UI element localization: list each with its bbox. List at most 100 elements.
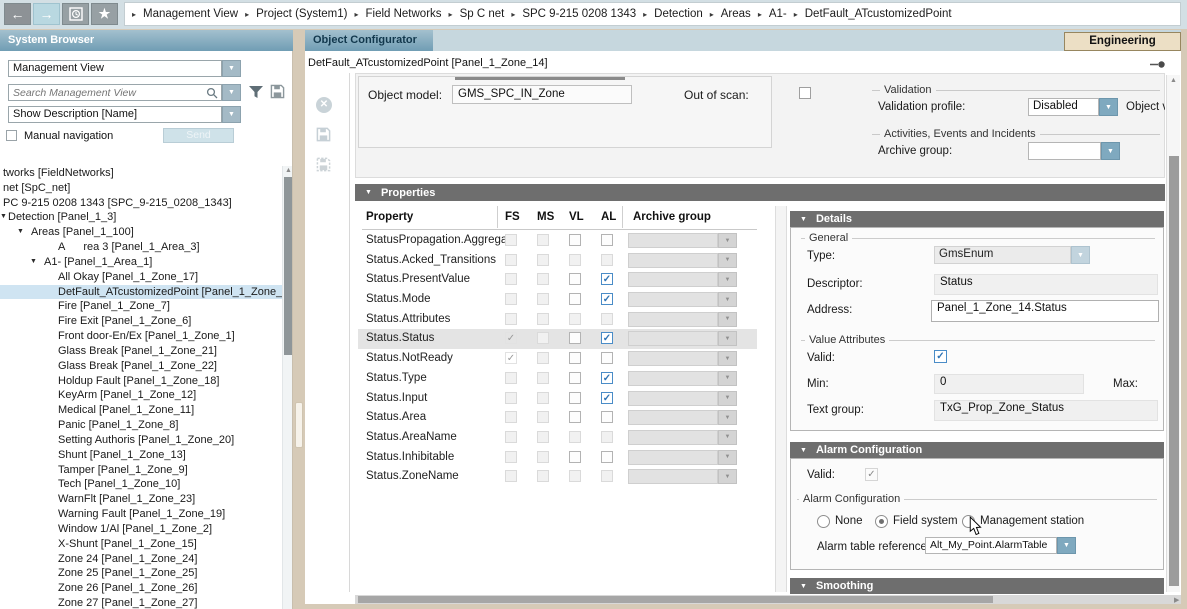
tree-item[interactable]: Setting Authoris [Panel_1_Zone_20] — [0, 433, 282, 448]
archive-group-row-dropdown[interactable]: ▼ — [628, 272, 737, 287]
tree-item[interactable]: Zone 24 [Panel_1_Zone_24] — [0, 552, 282, 567]
archive-group-row-dropdown[interactable]: ▼ — [628, 331, 737, 346]
ms-checkbox[interactable] — [537, 431, 549, 443]
breadcrumb-item[interactable]: Sp C net — [460, 8, 505, 20]
search-input[interactable] — [9, 86, 206, 100]
tree-item[interactable]: net [SpC_net] — [0, 181, 282, 196]
table-row[interactable]: Status.ZoneName▼ — [358, 467, 757, 487]
chevron-down-icon[interactable]: ▼ — [1057, 537, 1076, 554]
vl-checkbox[interactable] — [569, 273, 581, 285]
tree-item[interactable]: DetFault_ATcustomizedPoint [Panel_1_Zone… — [0, 285, 282, 300]
tree-item[interactable]: Front door-En/Ex [Panel_1_Zone_1] — [0, 329, 282, 344]
tree-item[interactable]: Holdup Fault [Panel_1_Zone_18] — [0, 374, 282, 389]
tree-item[interactable]: Zone 25 [Panel_1_Zone_25] — [0, 566, 282, 581]
collapse-triangle-icon[interactable]: ▼ — [365, 189, 372, 196]
archive-group-row-dropdown[interactable]: ▼ — [628, 391, 737, 406]
splitter-handle[interactable] — [295, 402, 303, 448]
ms-checkbox[interactable] — [537, 332, 549, 344]
valid-checkbox[interactable]: ✓ — [934, 350, 947, 363]
chevron-down-icon[interactable]: ▼ — [1099, 98, 1118, 116]
properties-section-header[interactable]: ▼ Properties — [355, 184, 1165, 201]
view-selector-dropdown[interactable]: Management View ▼ — [8, 60, 241, 77]
tree-item[interactable]: Glass Break [Panel_1_Zone_22] — [0, 359, 282, 374]
tree-item[interactable]: Fire Exit [Panel_1_Zone_6] — [0, 314, 282, 329]
al-checkbox[interactable] — [601, 431, 613, 443]
archive-group-row-dropdown[interactable]: ▼ — [628, 371, 737, 386]
al-checkbox[interactable] — [601, 273, 613, 285]
collapse-triangle-icon[interactable]: ▼ — [800, 447, 807, 454]
type-dropdown[interactable]: GmsEnum ▼ — [934, 246, 1090, 264]
manual-navigation-checkbox[interactable] — [6, 130, 17, 141]
tree-item[interactable]: ▼Areas [Panel_1_100] — [0, 225, 282, 240]
archive-group-row-dropdown[interactable]: ▼ — [628, 292, 737, 307]
validation-profile-dropdown[interactable]: Disabled ▼ — [1028, 98, 1118, 116]
tree-item[interactable]: ▼Detection [Panel_1_3] — [0, 210, 282, 225]
ms-checkbox[interactable] — [537, 411, 549, 423]
vl-checkbox[interactable] — [569, 411, 581, 423]
archive-group-row-dropdown[interactable]: ▼ — [628, 233, 737, 248]
fs-checkbox[interactable] — [505, 470, 517, 482]
fs-checkbox[interactable] — [505, 234, 517, 246]
smoothing-section-header[interactable]: ▼ Smoothing — [790, 578, 1164, 594]
alarm-valid-checkbox[interactable]: ✓ — [865, 468, 878, 481]
table-row[interactable]: Status.Mode▼ — [358, 290, 757, 310]
chevron-down-icon[interactable]: ▼ — [222, 106, 241, 123]
table-row[interactable]: Status.Area▼ — [358, 408, 757, 428]
breadcrumb-item[interactable]: Areas — [721, 8, 751, 20]
table-row[interactable]: Status.AreaName▼ — [358, 428, 757, 448]
table-row[interactable]: Status.Acked_Transitions▼ — [358, 251, 757, 271]
breadcrumb-item[interactable]: A1- — [769, 8, 787, 20]
tree-item[interactable]: Zone 27 [Panel_1_Zone_27] — [0, 596, 282, 609]
alarm-configuration-section-header[interactable]: ▼ Alarm Configuration — [790, 442, 1164, 458]
details-section-header[interactable]: ▼ Details — [790, 211, 1164, 227]
tab-object-configurator[interactable]: Object Configurator — [305, 30, 433, 51]
al-checkbox[interactable] — [601, 352, 613, 364]
archive-group-row-dropdown[interactable]: ▼ — [628, 410, 737, 425]
tree-item[interactable]: Window 1/Al [Panel_1_Zone_2] — [0, 522, 282, 537]
main-scrollbar-thumb[interactable] — [1169, 156, 1179, 586]
fs-checkbox[interactable] — [505, 332, 517, 344]
favorites-button[interactable]: ★ — [91, 3, 118, 25]
tree-item[interactable]: Fire [Panel_1_Zone_7] — [0, 299, 282, 314]
scroll-up-icon[interactable]: ▲ — [1170, 77, 1177, 84]
breadcrumb-item[interactable]: Field Networks — [365, 8, 441, 20]
ms-checkbox[interactable] — [537, 313, 549, 325]
fs-checkbox[interactable] — [505, 313, 517, 325]
panel-splitter[interactable] — [293, 51, 305, 609]
fs-checkbox[interactable] — [505, 392, 517, 404]
tree-item[interactable]: Tamper [Panel_1_Zone_9] — [0, 463, 282, 478]
send-button[interactable]: Send — [163, 128, 234, 143]
archive-group-row-dropdown[interactable]: ▼ — [628, 450, 737, 465]
vl-checkbox[interactable] — [569, 431, 581, 443]
pin-icon[interactable] — [1150, 61, 1166, 68]
table-row[interactable]: Status.Inhibitable▼ — [358, 448, 757, 468]
archive-group-row-dropdown[interactable]: ▼ — [628, 312, 737, 327]
fs-checkbox[interactable] — [505, 352, 517, 364]
search-icon[interactable] — [206, 87, 218, 99]
breadcrumb-item[interactable]: DetFault_ATcustomizedPoint — [805, 8, 952, 20]
fs-checkbox[interactable] — [505, 254, 517, 266]
archive-group-row-dropdown[interactable]: ▼ — [628, 469, 737, 484]
tree-item[interactable]: KeyArm [Panel_1_Zone_12] — [0, 388, 282, 403]
fs-checkbox[interactable] — [505, 293, 517, 305]
table-row[interactable]: StatusPropagation.Aggregat▼ — [358, 231, 757, 251]
vl-checkbox[interactable] — [569, 234, 581, 246]
fs-checkbox[interactable] — [505, 273, 517, 285]
description-selector-dropdown[interactable]: Show Description [Name] ▼ — [8, 106, 241, 123]
tree-item[interactable]: ▼A1- [Panel_1_Area_1] — [0, 255, 282, 270]
descriptor-field[interactable]: Status — [934, 274, 1158, 295]
scroll-right-icon[interactable]: ▶ — [1174, 596, 1179, 604]
object-model-field[interactable]: GMS_SPC_IN_Zone — [452, 85, 632, 104]
ms-checkbox[interactable] — [537, 273, 549, 285]
main-vertical-scrollbar[interactable]: ▲ — [1166, 75, 1180, 592]
ms-checkbox[interactable] — [537, 392, 549, 404]
out-of-scan-checkbox[interactable] — [799, 87, 811, 99]
text-group-field[interactable]: TxG_Prop_Zone_Status — [934, 400, 1158, 421]
filter-icon[interactable] — [248, 85, 264, 99]
archive-group-dropdown[interactable]: ▼ — [1028, 142, 1120, 160]
chevron-down-icon[interactable]: ▼ — [1071, 246, 1090, 264]
radio-field-system[interactable] — [875, 515, 888, 528]
save-search-icon[interactable] — [270, 84, 285, 99]
breadcrumb-item[interactable]: Detection — [654, 8, 703, 20]
ms-checkbox[interactable] — [537, 470, 549, 482]
